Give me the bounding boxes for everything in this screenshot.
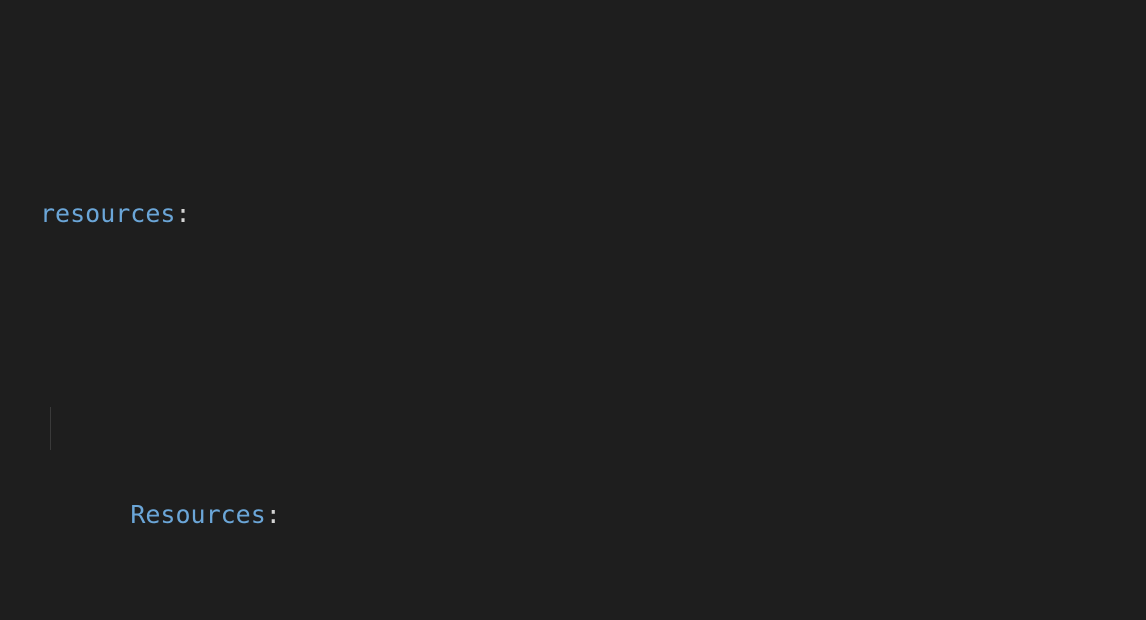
yaml-indent [100,500,130,529]
yaml-colon: : [266,500,281,529]
yaml-colon: : [175,199,190,228]
code-line[interactable]: resources: [40,192,1146,235]
yaml-key: resources [40,199,175,228]
code-line[interactable]: Resources: [40,407,1146,450]
indent-guide [50,407,51,450]
yaml-key: Resources [130,500,265,529]
code-editor[interactable]: resources: Resources: Results: Type: AWS… [0,0,1146,620]
